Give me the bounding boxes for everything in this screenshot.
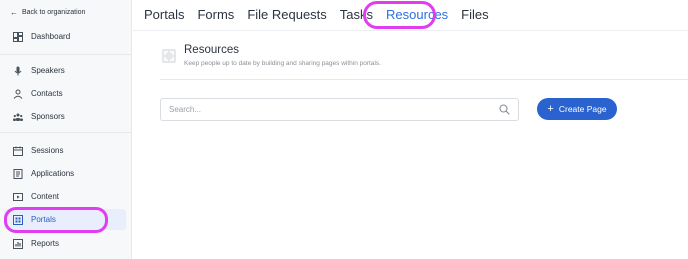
people-group-icon bbox=[13, 113, 23, 121]
sidebar-item-label: Contacts bbox=[31, 89, 63, 98]
document-list-icon bbox=[13, 168, 23, 179]
tab-portals[interactable]: Portals bbox=[144, 5, 184, 24]
sidebar-item-applications[interactable]: Applications bbox=[4, 163, 126, 184]
sidebar-item-label: Portals bbox=[31, 215, 56, 224]
tab-forms[interactable]: Forms bbox=[197, 5, 234, 24]
section-divider bbox=[160, 79, 688, 80]
page-subtitle: Keep people up to date by building and s… bbox=[184, 60, 381, 67]
dashboard-icon bbox=[13, 31, 23, 42]
create-page-label: Create Page bbox=[558, 104, 607, 114]
sidebar: ← Back to organization Dashboard Speaker… bbox=[0, 0, 132, 259]
sidebar-item-label: Speakers bbox=[31, 66, 65, 75]
sidebar-item-content[interactable]: Content bbox=[4, 186, 126, 207]
sidebar-divider bbox=[0, 132, 131, 133]
sidebar-item-dashboard[interactable]: Dashboard bbox=[4, 26, 126, 47]
tab-files[interactable]: Files bbox=[461, 5, 488, 24]
sidebar-item-portals[interactable]: Portals bbox=[4, 209, 126, 230]
sidebar-divider bbox=[0, 54, 131, 55]
tab-tasks[interactable]: Tasks bbox=[340, 5, 373, 24]
plus-icon: + bbox=[547, 102, 554, 115]
create-page-button[interactable]: + Create Page bbox=[537, 98, 617, 120]
sidebar-item-label: Reports bbox=[31, 239, 60, 248]
search-box bbox=[160, 98, 519, 121]
sidebar-item-label: Sessions bbox=[31, 146, 64, 155]
back-to-organization-link[interactable]: ← Back to organization bbox=[10, 8, 85, 17]
sidebar-item-label: Applications bbox=[31, 169, 75, 178]
microphone-icon bbox=[14, 66, 22, 75]
sidebar-item-label: Content bbox=[31, 192, 60, 201]
sidebar-item-reports[interactable]: Reports bbox=[4, 233, 126, 254]
person-icon bbox=[13, 89, 23, 99]
resources-icon bbox=[162, 49, 176, 63]
arrow-left-icon: ← bbox=[10, 8, 18, 17]
search-icon[interactable] bbox=[499, 104, 510, 115]
tabs-divider bbox=[133, 30, 688, 31]
page-title: Resources bbox=[184, 44, 239, 56]
top-tabs: Portals Forms File Requests Tasks Resour… bbox=[144, 5, 502, 24]
sidebar-item-speakers[interactable]: Speakers bbox=[4, 60, 126, 81]
sidebar-item-sponsors[interactable]: Sponsors bbox=[4, 106, 126, 127]
calendar-icon bbox=[13, 146, 23, 156]
back-to-organization-label: Back to organization bbox=[22, 9, 86, 16]
sidebar-item-sessions[interactable]: Sessions bbox=[4, 140, 126, 161]
tab-file-requests[interactable]: File Requests bbox=[247, 5, 326, 24]
portal-grid-icon bbox=[13, 214, 23, 225]
search-input[interactable] bbox=[161, 99, 481, 120]
sidebar-item-label: Dashboard bbox=[31, 32, 71, 41]
tab-resources[interactable]: Resources bbox=[386, 5, 448, 24]
bar-chart-icon bbox=[13, 238, 23, 249]
sidebar-item-contacts[interactable]: Contacts bbox=[4, 83, 126, 104]
play-video-icon bbox=[13, 192, 23, 201]
sidebar-item-label: Sponsors bbox=[31, 112, 65, 121]
